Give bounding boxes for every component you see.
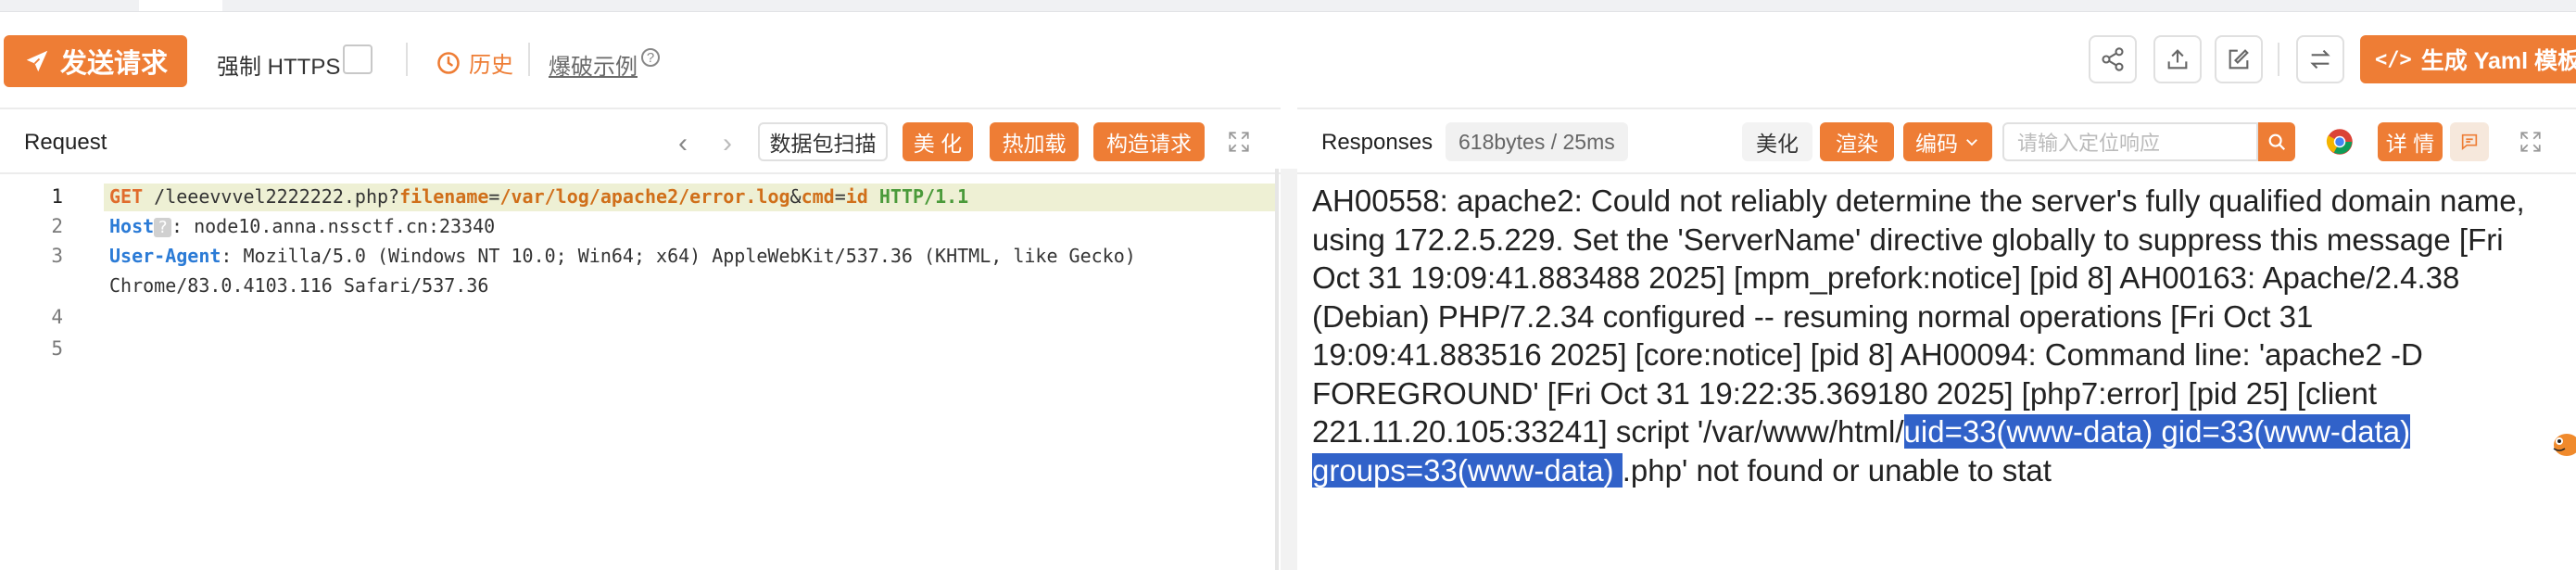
chevron-left-icon[interactable]: ‹ — [678, 128, 688, 159]
swap-icon — [2310, 49, 2330, 70]
code-line-request: GET /leeevvvel2222222.php?filename=/var/… — [109, 185, 968, 208]
placeholder-marker: ? — [154, 218, 172, 237]
hotload-button[interactable]: 热加载 — [990, 122, 1079, 161]
active-tab[interactable] — [139, 0, 222, 11]
message-icon — [2461, 133, 2478, 151]
encode-dropdown[interactable]: 编码 — [1903, 122, 1992, 161]
header-key: Host — [109, 215, 155, 237]
line-number: 4 — [51, 306, 63, 328]
responses-title: Responses — [1321, 130, 1433, 155]
generate-yaml-label: 生成 Yaml 模板 — [2420, 48, 2576, 74]
header-value: : node10.anna.nssctf.cn:23340 — [171, 215, 496, 237]
toolbar: 发送请求 强制 HTTPS 历史 爆破示例 ? </> 生成 Yaml 模板 — [0, 11, 2576, 108]
history-button[interactable]: 历史 — [436, 46, 513, 79]
param-key: filename — [399, 185, 489, 208]
message-button[interactable] — [2450, 122, 2489, 161]
divider — [406, 43, 408, 76]
expand-icon[interactable] — [1227, 130, 1251, 154]
render-button[interactable]: 渲染 — [1820, 122, 1894, 161]
chevron-right-icon[interactable]: › — [723, 128, 732, 159]
send-icon — [26, 50, 48, 72]
http-method: GET — [109, 185, 144, 208]
param-value: /var/log/apache2/error.log — [499, 185, 790, 208]
response-beautify-button[interactable]: 美化 — [1742, 122, 1812, 161]
divider — [528, 43, 530, 76]
detail-button[interactable]: 详 情 — [2378, 122, 2443, 161]
request-panel: Request ‹ › 数据包扫描 美 化 热加载 构造请求 1 2 3 4 5… — [0, 108, 1281, 570]
panel-splitter-bar[interactable] — [1275, 169, 1279, 570]
http-protocol: HTTP/1.1 — [867, 185, 969, 208]
request-title: Request — [24, 130, 107, 155]
burst-example-link[interactable]: 爆破示例 — [549, 48, 638, 81]
code-line-user-agent: User-Agent: Mozilla/5.0 (Windows NT 10.0… — [109, 245, 1136, 267]
expand-icon[interactable] — [2519, 130, 2543, 154]
param-value: id — [845, 185, 868, 208]
search-button[interactable] — [2258, 122, 2295, 161]
edit-icon — [2229, 49, 2249, 70]
response-body[interactable]: AH00558: apache2: Could not reliably det… — [1312, 182, 2544, 489]
upload-icon — [2167, 49, 2188, 70]
mascot-icon — [2553, 434, 2576, 456]
line-number: 1 — [51, 185, 63, 208]
divider — [2278, 43, 2279, 76]
request-editor[interactable]: 1 2 3 4 5 GET /leeevvvel2222222.php?file… — [0, 174, 1275, 570]
force-https-label: 强制 HTTPS — [217, 55, 341, 80]
code-line-host: Host?: node10.anna.nssctf.cn:23340 — [109, 215, 495, 237]
response-size-badge: 618bytes / 25ms — [1446, 122, 1628, 161]
panel-splitter[interactable] — [1281, 169, 1297, 570]
line-number: 5 — [51, 337, 63, 360]
upload-button[interactable] — [2153, 35, 2202, 83]
packet-scan-button[interactable]: 数据包扫描 — [758, 122, 888, 161]
chevron-down-icon — [1966, 139, 1977, 146]
send-request-button[interactable]: 发送请求 — [4, 35, 187, 87]
construct-request-button[interactable]: 构造请求 — [1093, 122, 1205, 161]
param-key: cmd — [801, 185, 835, 208]
code-line-user-agent-wrap: Chrome/83.0.4103.116 Safari/537.36 — [109, 274, 489, 297]
response-text-tail: .php' not found or unable to stat — [1622, 452, 2052, 488]
response-panel: Responses 618bytes / 25ms 美化 渲染 编码 请输入定位… — [1297, 108, 2576, 570]
request-panel-header: Request ‹ › 数据包扫描 美 化 热加载 构造请求 — [0, 108, 1281, 174]
swap-button[interactable] — [2296, 35, 2344, 83]
edit-button[interactable] — [2215, 35, 2263, 83]
response-text: AH00558: apache2: Could not reliably det… — [1312, 184, 2525, 449]
code-icon: </> — [2375, 47, 2412, 71]
line-number: 2 — [51, 215, 63, 237]
header-key: User-Agent — [109, 245, 221, 267]
header-value: : Mozilla/5.0 (Windows NT 10.0; Win64; x… — [221, 245, 1136, 267]
param-amp: & — [789, 185, 802, 208]
param-eq: = — [834, 185, 846, 208]
line-number: 3 — [51, 245, 63, 267]
share-button[interactable] — [2089, 35, 2137, 83]
history-label: 历史 — [469, 53, 513, 78]
param-eq: = — [488, 185, 500, 208]
send-request-label: 发送请求 — [59, 49, 168, 79]
encode-label: 编码 — [1915, 132, 1958, 156]
generate-yaml-button[interactable]: </> 生成 Yaml 模板 — [2360, 35, 2576, 83]
response-panel-header: Responses 618bytes / 25ms 美化 渲染 编码 请输入定位… — [1297, 108, 2576, 174]
search-icon — [2268, 133, 2286, 151]
url-path: /leeevvvel2222222.php? — [143, 185, 400, 208]
share-icon — [2102, 47, 2124, 71]
history-icon — [437, 51, 460, 74]
force-https-checkbox[interactable] — [343, 44, 373, 74]
request-beautify-button[interactable]: 美 化 — [903, 122, 973, 161]
help-icon[interactable]: ? — [641, 48, 660, 67]
locate-response-input[interactable]: 请输入定位响应 — [2002, 122, 2258, 161]
chrome-icon[interactable] — [2326, 128, 2354, 156]
